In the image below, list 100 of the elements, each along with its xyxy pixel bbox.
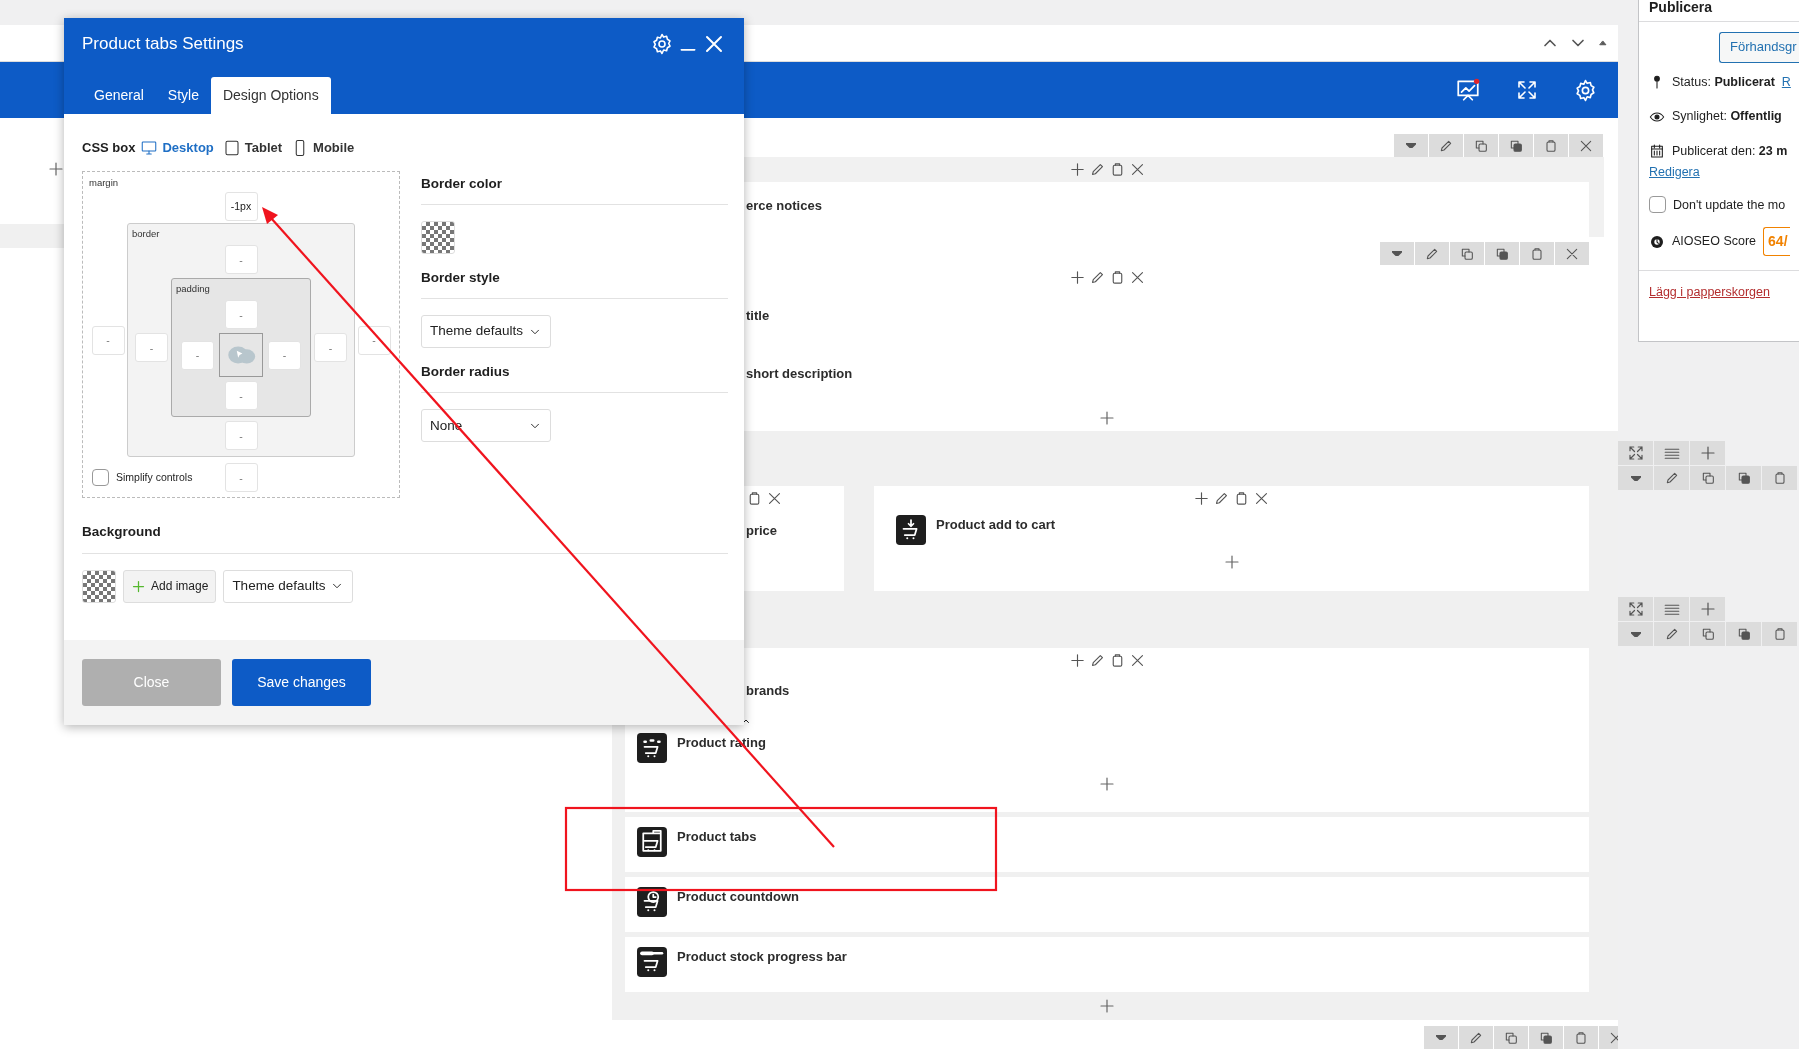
element-title: price xyxy=(746,522,778,540)
paste-button[interactable] xyxy=(1564,1026,1598,1049)
cart-icon xyxy=(637,827,667,857)
dropdown-button[interactable] xyxy=(1618,466,1653,490)
plus-icon[interactable] xyxy=(1068,652,1086,669)
copy-button[interactable] xyxy=(1690,622,1725,646)
trash-link[interactable]: Lägg i papperskorgen xyxy=(1649,283,1770,302)
copy-button[interactable] xyxy=(1464,134,1498,157)
tab[interactable]: General xyxy=(82,77,156,114)
copy-button[interactable] xyxy=(1450,242,1484,265)
padding-right-field[interactable]: - xyxy=(268,340,301,370)
tablet-icon xyxy=(222,138,241,157)
margin-right-field[interactable]: - xyxy=(357,325,391,355)
expand-button[interactable] xyxy=(1618,441,1653,465)
background-style-select[interactable]: Theme defaults xyxy=(223,569,354,603)
cart-icon xyxy=(637,887,667,917)
duplicate-button[interactable] xyxy=(1499,134,1533,157)
tab[interactable]: Style xyxy=(155,77,211,114)
dropdown-button[interactable] xyxy=(1394,134,1428,157)
checkbox[interactable] xyxy=(92,469,109,487)
checkbox-label: Simplify controls xyxy=(116,469,193,485)
dropdown-button[interactable] xyxy=(1618,622,1653,646)
save-button[interactable]: Save changes xyxy=(232,659,371,706)
close-icon[interactable] xyxy=(1253,490,1270,507)
device-tab[interactable]: Tablet xyxy=(222,138,287,158)
border-bottom-field[interactable]: - xyxy=(224,421,258,451)
device-tab[interactable]: Mobile xyxy=(291,138,359,158)
paste-button[interactable] xyxy=(1762,622,1797,646)
checkbox-label: Don't update the mo xyxy=(1673,196,1786,214)
score-badge: 64/ xyxy=(1763,227,1790,257)
section-label: Border color xyxy=(421,170,728,205)
paste-button[interactable] xyxy=(1762,466,1797,490)
copy-button[interactable] xyxy=(1690,466,1725,490)
duplicate-button[interactable] xyxy=(1726,466,1761,490)
expand-button[interactable] xyxy=(1618,597,1653,621)
plus-icon[interactable] xyxy=(1193,490,1210,507)
pencil-icon[interactable] xyxy=(1213,490,1230,507)
plus-icon[interactable] xyxy=(1068,161,1086,178)
element-title: Product tabs xyxy=(677,828,757,846)
caret-icon xyxy=(1406,143,1416,148)
edit-button[interactable] xyxy=(1654,622,1689,646)
element-title: Product countdown xyxy=(677,888,800,906)
layout-button[interactable] xyxy=(1654,597,1689,621)
paste-button[interactable] xyxy=(1520,242,1554,265)
clipboard-icon xyxy=(1543,137,1559,154)
duplicate-button[interactable] xyxy=(1529,1026,1563,1049)
checkbox[interactable] xyxy=(1649,196,1666,214)
copy-button[interactable] xyxy=(1494,1026,1528,1049)
border-right-field[interactable]: - xyxy=(314,333,347,363)
element-title: erce notices xyxy=(746,197,822,215)
publish-date-text: Publicerat den: 23 m xyxy=(1672,143,1788,160)
expand-icon xyxy=(1626,600,1645,618)
layout-button[interactable] xyxy=(1654,441,1689,465)
settings-icon[interactable] xyxy=(650,32,674,56)
margin-bottom-field[interactable]: - xyxy=(224,463,258,493)
padding-left-field[interactable]: - xyxy=(181,340,214,370)
edit-link[interactable]: Redigera xyxy=(1649,162,1700,182)
edit-button[interactable] xyxy=(1415,242,1449,265)
border-left-field[interactable]: - xyxy=(135,333,168,363)
padding-top-field[interactable]: - xyxy=(224,300,258,330)
add-image-button[interactable]: Add image xyxy=(123,569,217,603)
clipboard-icon xyxy=(1529,245,1545,262)
edit-button[interactable] xyxy=(1654,466,1689,490)
chart-icon[interactable] xyxy=(1455,77,1481,103)
margin-left-field[interactable]: - xyxy=(91,325,125,355)
panel-title: Publicera xyxy=(1639,0,1799,22)
dialog-title: Product tabs Settings xyxy=(82,33,244,55)
edit-button[interactable] xyxy=(1429,134,1463,157)
visibility-text: Synlighet: Offentlig xyxy=(1672,108,1782,126)
edit-button[interactable] xyxy=(1459,1026,1493,1049)
padding-bottom-field[interactable]: - xyxy=(224,381,258,411)
border-top-field[interactable]: - xyxy=(224,245,258,274)
expand-icon xyxy=(1626,444,1645,462)
margin-top-field[interactable]: -1px xyxy=(224,191,258,221)
close-icon[interactable] xyxy=(766,490,783,507)
plus-icon[interactable] xyxy=(1068,269,1086,286)
caret-icon xyxy=(1630,475,1641,481)
cart-icon xyxy=(637,947,667,977)
row-strip xyxy=(0,224,64,248)
border-style-select[interactable]: Theme defaults xyxy=(421,315,551,348)
color-swatch[interactable] xyxy=(421,220,455,254)
dropdown-button[interactable] xyxy=(1380,242,1414,265)
dropdown-button[interactable] xyxy=(1424,1026,1458,1049)
duplicate-button[interactable] xyxy=(1485,242,1519,265)
caret-icon xyxy=(1630,631,1641,637)
settings-icon[interactable] xyxy=(1573,77,1598,103)
color-swatch[interactable] xyxy=(82,569,116,603)
calendar-icon xyxy=(1649,143,1665,160)
status-text: Status: Publicerat xyxy=(1672,73,1775,91)
delete-button[interactable] xyxy=(1555,242,1589,265)
edit-link[interactable]: R xyxy=(1781,72,1791,92)
delete-button[interactable] xyxy=(1569,134,1603,157)
clipboard-icon xyxy=(1573,1029,1589,1046)
fullscreen-icon[interactable] xyxy=(1515,78,1539,102)
tab[interactable]: Design Options xyxy=(210,77,331,114)
paste-button[interactable] xyxy=(1534,134,1568,157)
section-label: Border radius xyxy=(421,352,728,394)
preview-button[interactable]: Förhandsgr xyxy=(1719,32,1799,63)
duplicate-button[interactable] xyxy=(1726,622,1761,646)
device-tab[interactable]: Desktop xyxy=(140,138,218,158)
